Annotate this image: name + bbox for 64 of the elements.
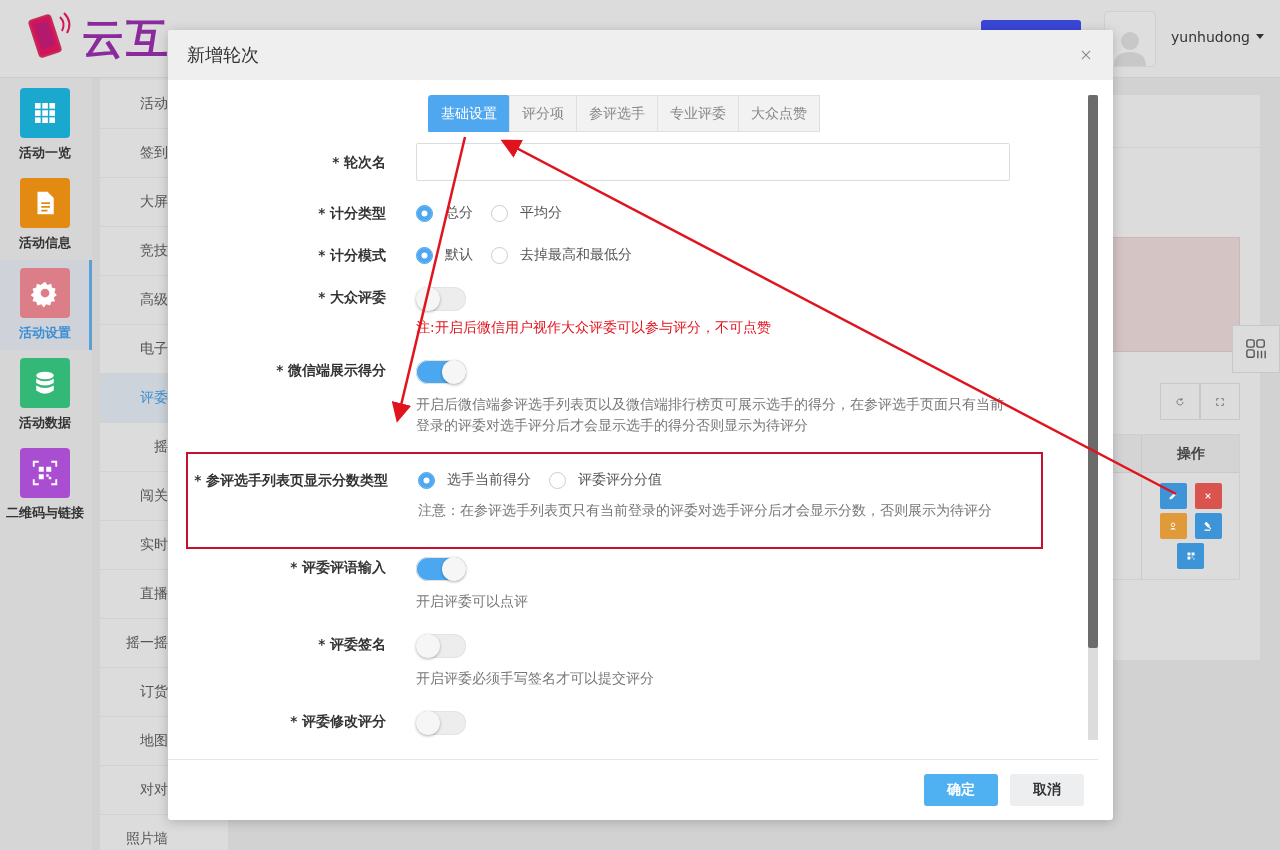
caret-icon xyxy=(1256,34,1264,39)
radio-button[interactable] xyxy=(416,204,433,222)
radio-option[interactable]: 选手当前得分 xyxy=(418,471,531,489)
field-label: * 评委修改评分 xyxy=(289,712,386,731)
tab[interactable]: 评分项 xyxy=(509,95,577,132)
hint-text: 开启评委必须手写签名才可以提交评分 xyxy=(416,669,655,688)
column-header: 操作 xyxy=(1141,435,1239,473)
radio-label: 评委评分分值 xyxy=(578,471,662,489)
refresh-icon xyxy=(1174,395,1186,408)
sidebar-item[interactable]: 活动数据 xyxy=(0,350,92,440)
toggle-switch[interactable] xyxy=(416,557,466,581)
radio-button[interactable] xyxy=(549,471,566,489)
tab[interactable]: 大众点赞 xyxy=(738,95,820,132)
sidebar-label: 活动数据 xyxy=(18,414,71,432)
hint-text: 开启评委可以点评 xyxy=(416,592,529,611)
dialog-title: 新增轮次 xyxy=(187,43,259,67)
close-icon xyxy=(1079,48,1093,62)
radio-button[interactable] xyxy=(416,246,433,264)
hint-text: 注意：在参评选手列表页只有当前登录的评委对选手评分后才会显示分数，否则展示为待评分 xyxy=(418,501,993,520)
user-menu[interactable]: yunhudong xyxy=(1171,28,1264,45)
cancel-button[interactable]: 取消 xyxy=(1010,774,1084,806)
person-button[interactable] xyxy=(1159,513,1187,539)
sidebar-item[interactable]: 二维码与链接 xyxy=(0,440,92,530)
edit-button[interactable] xyxy=(1159,483,1187,509)
radio-button[interactable] xyxy=(491,246,508,264)
field-label: * 评委签名 xyxy=(317,635,386,654)
field-label: * 轮次名 xyxy=(331,153,386,172)
tab[interactable]: 专业评委 xyxy=(657,95,739,132)
radio-option[interactable]: 默认 xyxy=(416,246,473,264)
logo-text: 云互 xyxy=(82,12,170,65)
radio-label: 默认 xyxy=(445,246,473,264)
radio-button[interactable] xyxy=(491,204,508,222)
field-label: * 大众评委 xyxy=(317,288,386,307)
sidebar-label: 活动一览 xyxy=(18,144,71,162)
radio-label: 去掉最高和最低分 xyxy=(520,246,632,264)
sidebar-label: 二维码与链接 xyxy=(5,504,84,522)
sidebar-label: 活动设置 xyxy=(18,324,71,342)
fullscreen-icon xyxy=(1215,396,1225,407)
scrollbar[interactable] xyxy=(1088,95,1098,740)
tab[interactable]: 参评选手 xyxy=(576,95,658,132)
delete-button[interactable] xyxy=(1194,483,1222,509)
radio-option[interactable]: 评委评分分值 xyxy=(549,471,662,489)
gavel-button[interactable] xyxy=(1194,513,1222,539)
sidebar-item[interactable]: 活动信息 xyxy=(0,170,92,260)
toggle-switch[interactable] xyxy=(416,711,466,735)
field-label: * 微信端展示得分 xyxy=(275,361,386,380)
radio-button[interactable] xyxy=(418,471,435,489)
field-label: * 计分模式 xyxy=(317,246,386,265)
layout-toggle-button[interactable] xyxy=(1232,325,1280,373)
radio-option[interactable]: 去掉最高和最低分 xyxy=(491,246,632,264)
sidebar-item[interactable]: 活动一览 xyxy=(0,80,92,170)
radio-label: 选手当前得分 xyxy=(447,471,531,489)
subnav-item[interactable]: 照片墙 xyxy=(100,815,228,850)
toggle-switch[interactable] xyxy=(416,360,466,384)
field-label: * 计分类型 xyxy=(317,204,386,223)
qr-code-button[interactable] xyxy=(1177,543,1204,569)
text-field[interactable] xyxy=(416,143,1010,181)
sidebar-label: 活动信息 xyxy=(18,234,71,252)
field-label: * 评委评语输入 xyxy=(289,558,386,577)
toggle-switch[interactable] xyxy=(416,287,466,311)
toggle-switch[interactable] xyxy=(416,634,466,658)
radio-label: 平均分 xyxy=(520,204,562,222)
grid-icon xyxy=(1245,338,1267,360)
radio-option[interactable]: 平均分 xyxy=(491,204,562,222)
